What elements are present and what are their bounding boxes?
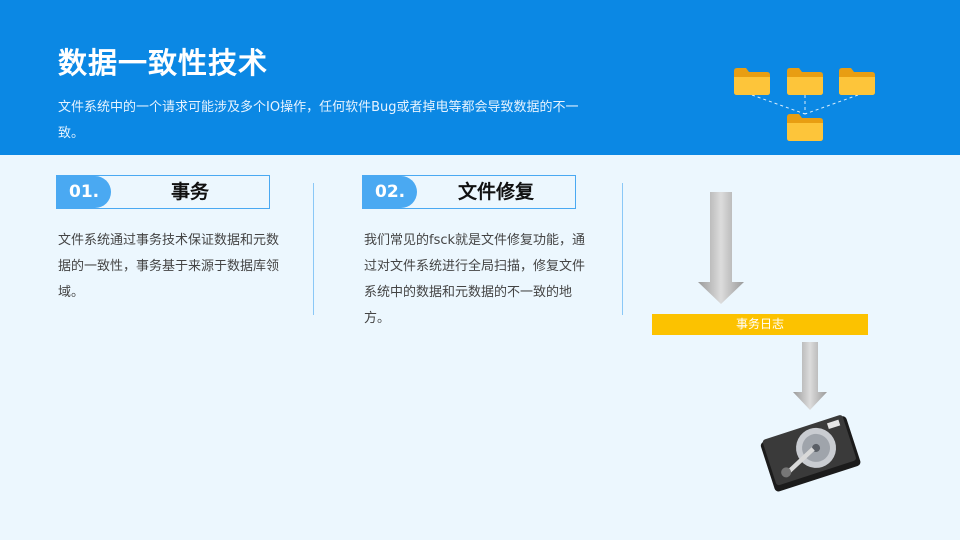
page-title: 数据一致性技术 <box>58 46 269 80</box>
header-banner: 数据一致性技术 文件系统中的一个请求可能涉及多个IO操作，任何软件Bug或者掉电… <box>0 0 960 155</box>
section-title: 事务 <box>170 181 209 203</box>
folder-icon <box>787 114 823 141</box>
divider <box>622 183 623 315</box>
folder-connectors <box>751 94 859 115</box>
folder-icon <box>787 68 823 95</box>
divider <box>313 183 314 315</box>
section-text-file-repair: 我们常见的fsck就是文件修复功能，通过对文件系统进行全局扫描，修复文件系统中的… <box>364 233 586 326</box>
page-subtitle: 文件系统中的一个请求可能涉及多个IO操作，任何软件Bug或者掉电等都会导致数据的… <box>58 100 579 141</box>
arrow-down-icon <box>793 342 827 410</box>
folder-hierarchy-diagram <box>734 68 875 141</box>
folder-icon <box>734 68 770 95</box>
section-number: 02. <box>363 176 417 208</box>
section-card-file-repair: 02. 文件修复 <box>362 175 576 209</box>
section-title: 文件修复 <box>457 181 534 203</box>
section-card-transaction: 01. 事务 <box>56 175 270 209</box>
section-number: 01. <box>57 176 111 208</box>
hard-disk-icon <box>760 415 861 492</box>
section-text-transaction: 文件系统通过事务技术保证数据和元数据的一致性，事务基于来源于数据库领域。 <box>58 233 280 300</box>
transaction-journal-label: 事务日志 <box>652 314 868 335</box>
arrow-down-icon <box>698 192 744 304</box>
folder-icon <box>839 68 875 95</box>
